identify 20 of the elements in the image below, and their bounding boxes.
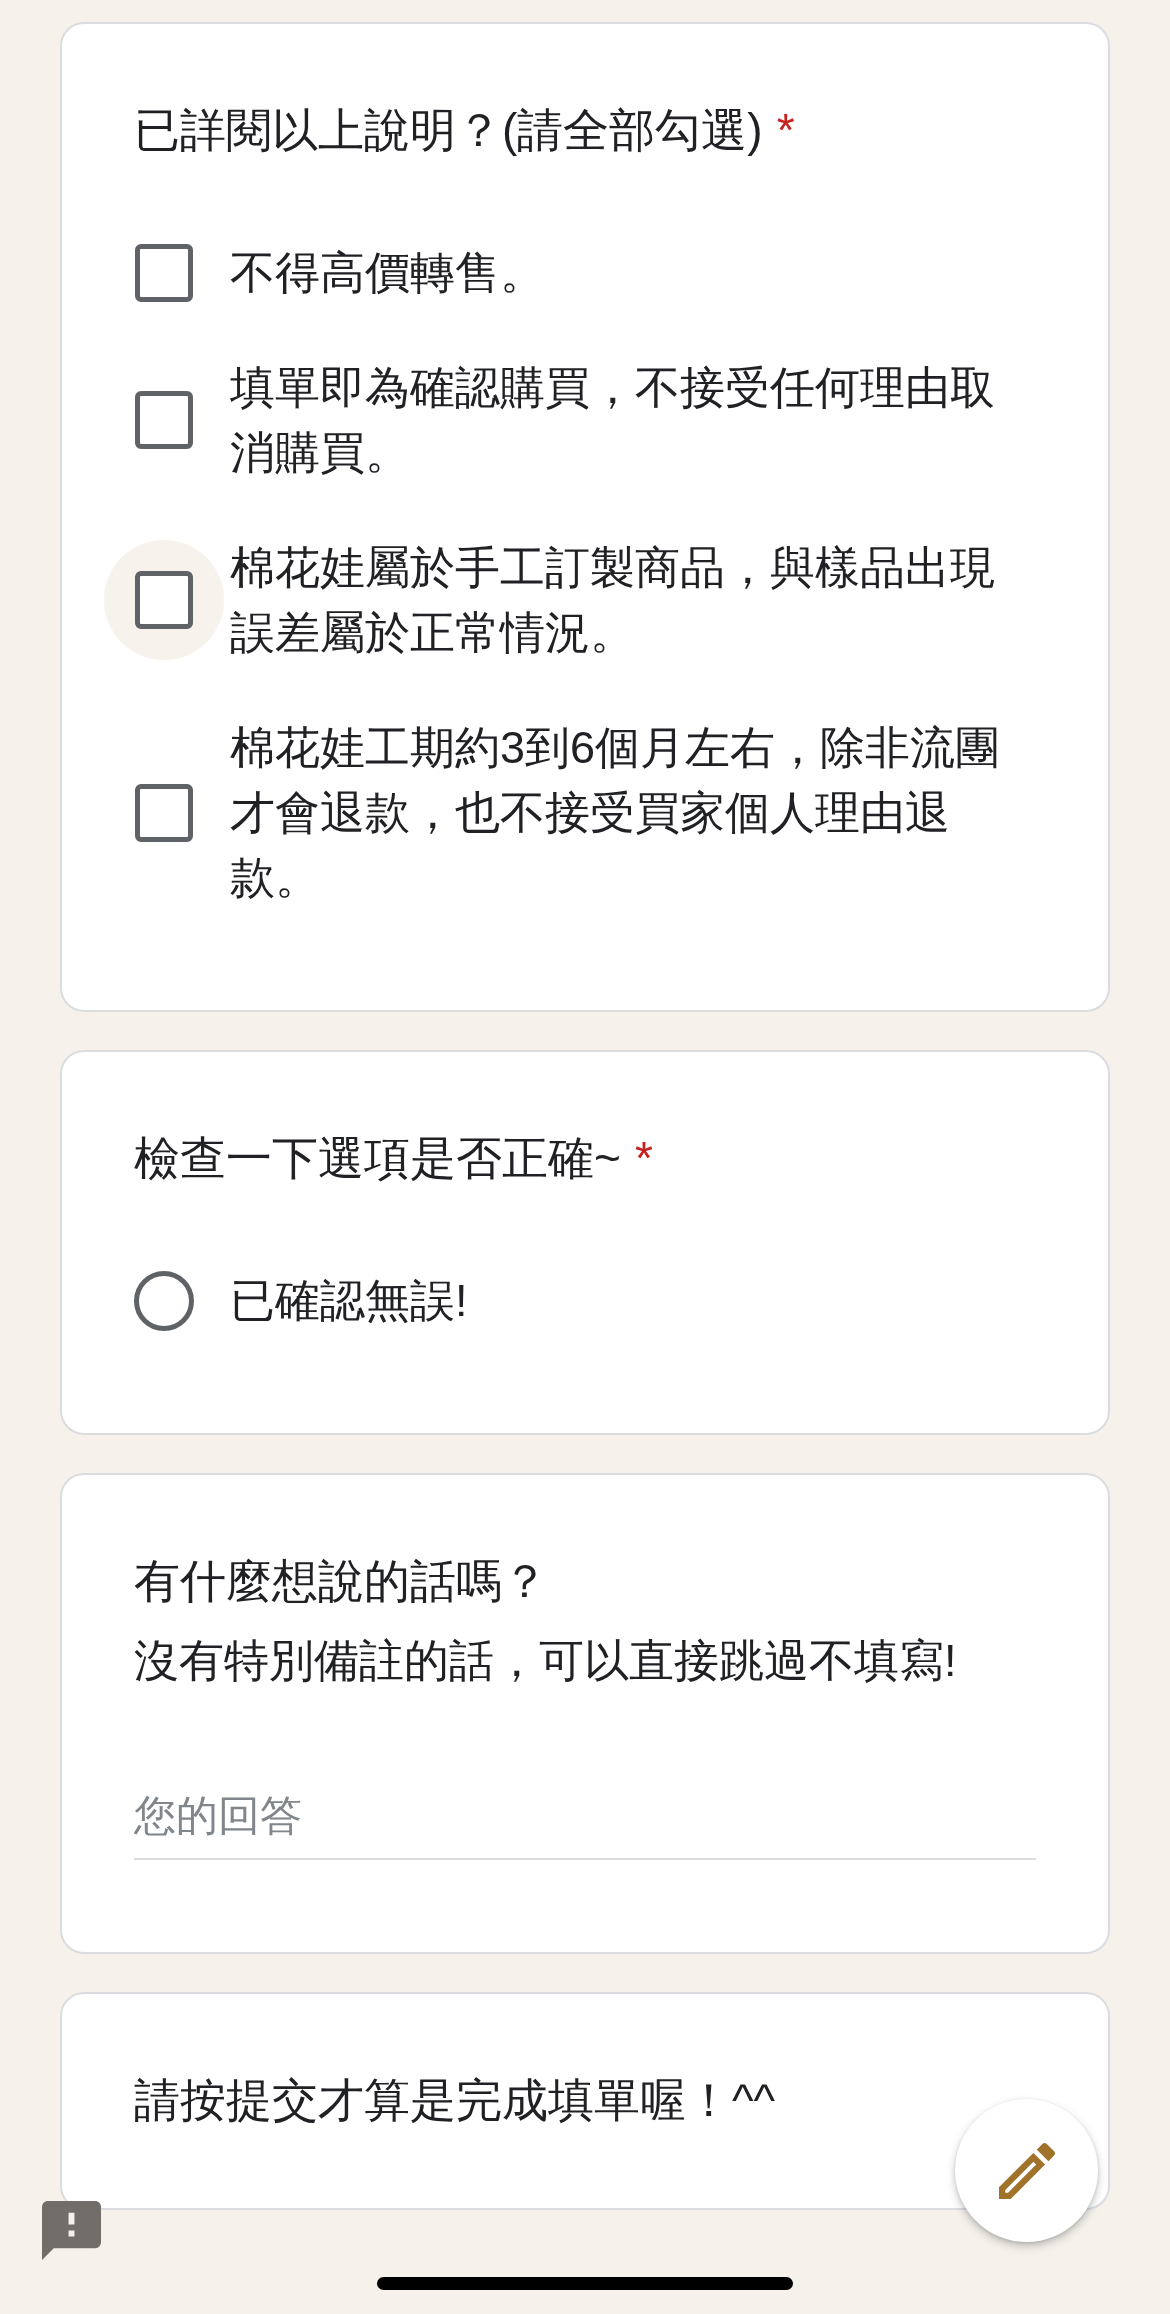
- option-label: 填單即為確認購買，不接受任何理由取消購買。: [230, 361, 996, 480]
- required-asterisk: *: [634, 1131, 653, 1186]
- option-label: 棉花娃屬於手工訂製商品，與樣品出現誤差屬於正常情況。: [230, 541, 996, 660]
- answer-field[interactable]: 您的回答: [134, 1788, 1036, 1860]
- question-description: 沒有特別備註的話，可以直接跳過不填寫!: [134, 1634, 958, 1688]
- required-asterisk: *: [776, 103, 795, 158]
- checkbox[interactable]: [135, 243, 193, 302]
- pencil-icon: [998, 2142, 1055, 2199]
- option-label: 不得高價轉售。: [230, 246, 545, 300]
- question-title: 已詳閱以上說明？(請全部勾選): [134, 103, 763, 158]
- question-title: 有什麼想說的話嗎？: [134, 1554, 548, 1609]
- checkbox[interactable]: [135, 783, 193, 842]
- radio-button[interactable]: [134, 1270, 194, 1331]
- checkbox[interactable]: [135, 571, 193, 629]
- question-title: 檢查一下選項是否正確~: [134, 1131, 621, 1186]
- option-label: 棉花娃工期約3到6個月左右，除非流團才會退款，也不接受買家個人理由退款。: [230, 721, 1002, 905]
- feedback-icon[interactable]: [42, 2201, 101, 2260]
- option-label: 已確認無誤!: [230, 1274, 468, 1328]
- question-title: 請按提交才算是完成填單喔！^^: [134, 2073, 776, 2128]
- checkbox[interactable]: [135, 391, 193, 449]
